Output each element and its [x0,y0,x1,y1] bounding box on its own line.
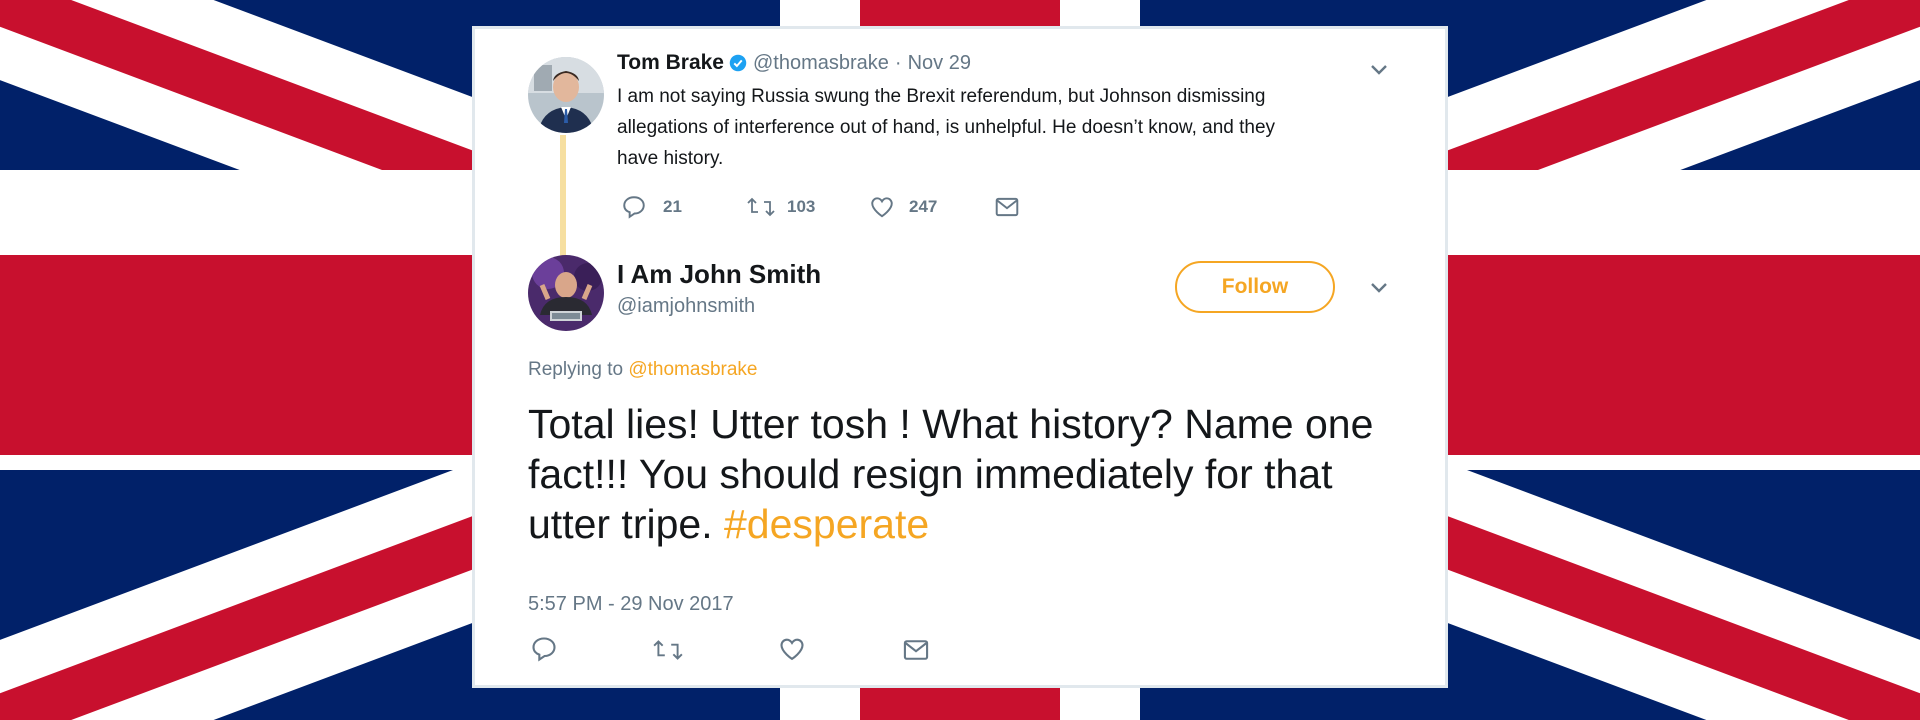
parent-action-bar: 21 103 247 [621,192,1121,222]
john-smith-avatar[interactable] [528,255,604,331]
message-icon[interactable] [902,637,930,663]
message-icon[interactable] [994,195,1020,219]
retweet-icon[interactable] [652,636,684,664]
replying-to-handle-link[interactable]: @thomasbrake [628,359,757,380]
follow-button[interactable]: Follow [1175,261,1335,313]
reply-author-handle[interactable]: @iamjohnsmith [617,295,755,318]
reply-action-bar [530,633,1030,667]
parent-tweet-text-line: I am not saying Russia swung the Brexit … [617,86,1266,107]
replying-to-label: Replying to [528,359,624,380]
meta-separator: · [894,51,902,74]
reply-count: 21 [663,197,682,216]
like-icon[interactable] [778,635,806,663]
reply-icon[interactable] [621,194,647,220]
chevron-down-icon[interactable] [1367,57,1391,81]
like-count: 247 [909,197,938,216]
parent-tweet-text: I am not saying Russia swung the Brexit … [617,81,1417,174]
reply-text-body: Total lies! Utter tosh ! What history? N… [528,401,1374,547]
verified-badge-icon [729,54,747,72]
reply-icon[interactable] [530,635,558,663]
parent-author-handle[interactable]: @thomasbrake [753,52,889,75]
thread-connector-line [560,135,566,271]
reply-timestamp[interactable]: 5:57 PM - 29 Nov 2017 [528,593,734,616]
reply-author-name[interactable]: I Am John Smith [617,259,821,290]
retweet-count: 103 [787,197,816,216]
chevron-down-icon[interactable] [1367,275,1391,299]
replying-to: Replying to @thomasbrake [528,359,757,381]
retweet-icon[interactable] [746,194,776,220]
parent-tweet-text-line: have history. [617,148,724,169]
tweet-card: Tom Brake @thomasbrake · Nov 29 I am not… [472,26,1448,688]
reply-tweet-text: Total lies! Utter tosh ! What history? N… [528,399,1408,549]
tom-brake-avatar[interactable] [528,57,604,133]
parent-author-name[interactable]: Tom Brake [617,51,724,75]
parent-tweet-text-line: allegations of interference out of hand,… [617,117,1276,138]
hashtag-link[interactable]: #desperate [724,501,929,547]
like-icon[interactable] [869,194,895,220]
parent-tweet-date[interactable]: Nov 29 [908,52,971,75]
